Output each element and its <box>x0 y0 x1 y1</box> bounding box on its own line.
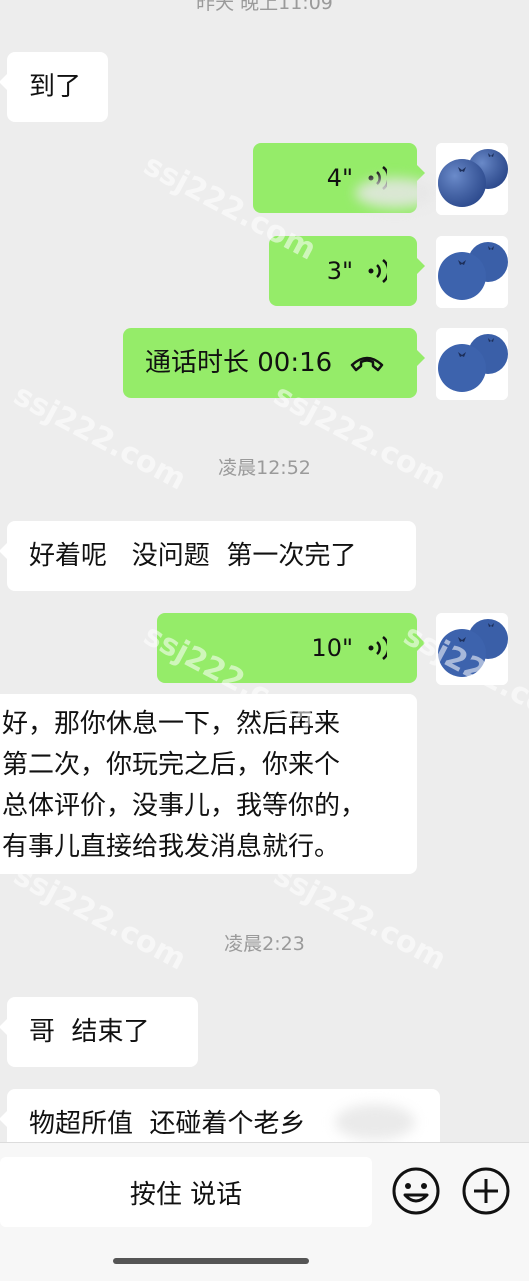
blueberry-avatar <box>436 143 508 215</box>
avatar[interactable] <box>436 143 508 215</box>
hold-to-talk-button[interactable]: 按住 说话 <box>0 1157 372 1227</box>
blueberry-avatar <box>436 328 508 400</box>
phone-hangup-icon <box>350 356 384 372</box>
timestamp: 凌晨12:52 <box>218 457 311 479</box>
received-message[interactable]: 哥 结束了 <box>0 997 198 1067</box>
message-text: 到了 <box>29 72 82 102</box>
input-bar: 按住 说话 <box>0 1142 529 1281</box>
avatar[interactable] <box>436 328 508 400</box>
voice-duration: 10" <box>311 634 353 662</box>
received-message[interactable]: 好着呢 没问题 第一次完了 <box>0 521 416 591</box>
message-text: 哥 结束了 <box>29 1017 150 1047</box>
avatar[interactable] <box>436 613 508 685</box>
blueberry-avatar <box>436 613 508 685</box>
avatar[interactable] <box>436 236 508 308</box>
voice-wave-icon <box>368 259 387 283</box>
timestamp: 凌晨2:23 <box>224 933 305 955</box>
blur-mosaic <box>355 178 435 208</box>
timestamp-top: 昨天 晚上11:09 <box>196 0 333 14</box>
message-line: 总体评价，没事儿，我等你的， <box>2 791 367 821</box>
voice-duration: 4" <box>326 164 353 192</box>
blueberry-avatar <box>436 236 508 308</box>
message-line: 有事儿直接给我发消息就行。 <box>2 832 341 862</box>
sent-voice-message[interactable]: 3" <box>269 236 425 306</box>
received-message[interactable]: 好，那你休息一下，然后再来 第二次，你玩完之后，你来个 总体评价，没事儿，我等你… <box>0 694 417 874</box>
message-line: 好，那你休息一下，然后再来 <box>2 709 341 739</box>
smiley-face-icon[interactable] <box>390 1165 442 1217</box>
sent-voice-message[interactable]: 10" <box>157 613 425 683</box>
plus-circle-icon[interactable] <box>460 1165 512 1217</box>
blur-mosaic <box>335 1104 415 1140</box>
received-message[interactable]: 到了 <box>0 52 108 122</box>
message-line: 第二次，你玩完之后，你来个 <box>2 750 341 780</box>
voice-wave-icon <box>368 636 387 660</box>
call-duration-text: 通话时长 00:16 <box>145 348 333 378</box>
sent-call-record[interactable]: 通话时长 00:16 <box>123 328 425 398</box>
home-indicator[interactable] <box>113 1258 309 1264</box>
message-text: 好着呢 没问题 第一次完了 <box>29 541 357 571</box>
voice-duration: 3" <box>326 257 353 285</box>
